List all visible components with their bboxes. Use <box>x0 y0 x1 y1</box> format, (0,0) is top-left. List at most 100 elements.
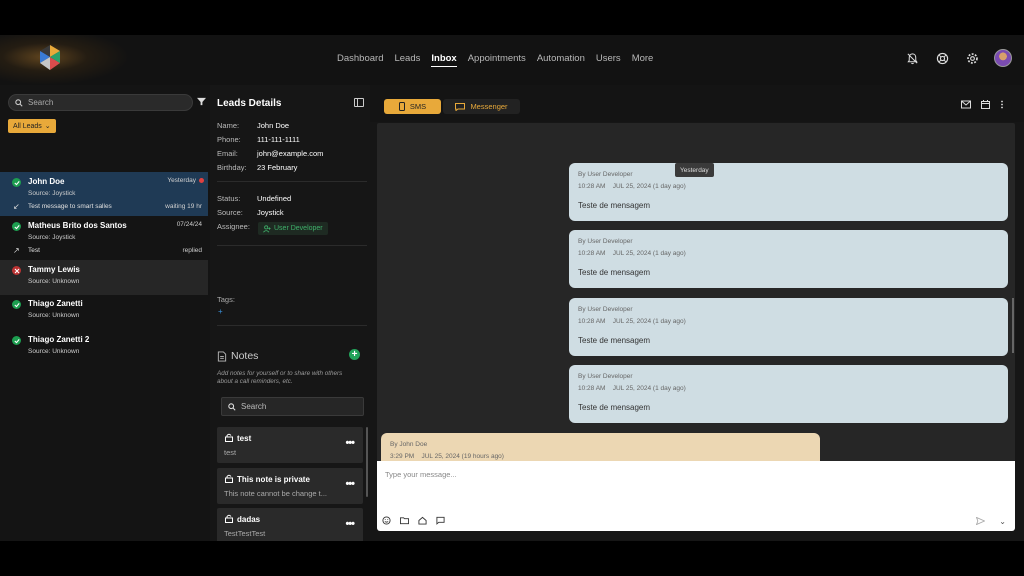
user-avatar[interactable] <box>994 49 1012 67</box>
bell-off-icon[interactable] <box>904 50 920 66</box>
note-more-button[interactable]: ••• <box>345 478 355 490</box>
nav-dashboard[interactable]: Dashboard <box>337 53 383 67</box>
message-clock: 10:28 AM <box>578 318 606 325</box>
nav-appointments[interactable]: Appointments <box>468 53 526 67</box>
email-icon[interactable] <box>961 100 971 109</box>
lead-last-message: Test message to smart salles <box>28 203 112 210</box>
all-leads-dropdown[interactable]: All Leads ⌄ <box>8 119 56 133</box>
lead-name: John Doe <box>28 177 65 186</box>
filter-icon[interactable] <box>197 97 206 106</box>
detail-key: Assignee: <box>217 222 250 231</box>
nav-automation[interactable]: Automation <box>537 53 585 67</box>
calendar-icon[interactable] <box>981 100 990 109</box>
detail-row-email: Email: john@example.com <box>217 149 323 158</box>
user-icon <box>263 224 271 232</box>
note-body: TestTestTest <box>224 529 266 538</box>
tab-sms-label: SMS <box>409 102 427 111</box>
lead-details-panel: Leads Details Name: John Doe Phone: 111-11… <box>210 85 370 541</box>
note-more-button[interactable]: ••• <box>345 437 355 449</box>
lead-date: 07/24/24 <box>176 221 202 228</box>
message-date: JUL 25, 2024 (1 day ago) <box>612 250 686 257</box>
nav-leads[interactable]: Leads <box>394 53 420 67</box>
snippet-icon[interactable] <box>436 516 445 525</box>
error-status-icon <box>12 266 21 275</box>
chevron-down-icon[interactable]: ⌄ <box>999 517 1006 526</box>
divider <box>217 245 367 246</box>
message-text: Teste de mensagem <box>578 403 651 412</box>
note-card[interactable]: dadas TestTestTest ••• <box>217 508 363 541</box>
search-icon <box>228 402 236 411</box>
detail-value: Undefined <box>257 194 292 203</box>
note-card[interactable]: test test ••• <box>217 427 363 463</box>
tab-sms[interactable]: SMS <box>384 99 441 114</box>
message-author: By User Developer <box>578 171 633 178</box>
lead-list-item[interactable]: John Doe Source: Joystick Yesterday ↙ Test m… <box>0 172 208 216</box>
search-icon <box>15 98 23 107</box>
tags-label: Tags: <box>217 295 235 304</box>
send-icon[interactable] <box>976 517 985 525</box>
detail-row-status: Status: Undefined <box>217 194 291 203</box>
notes-scrollbar[interactable] <box>366 427 368 497</box>
lead-status-text: waiting 19 hr <box>165 203 202 210</box>
nav-inbox[interactable]: Inbox <box>431 53 457 67</box>
lead-search-input[interactable]: Search <box>8 94 193 111</box>
message-time: 10:28 AM JUL 25, 2024 (1 day ago) <box>578 183 686 190</box>
notes-search-placeholder: Search <box>241 402 267 411</box>
note-title: test <box>237 434 252 443</box>
date-tooltip: Yesterday <box>675 163 714 177</box>
message-clock: 3:29 PM <box>390 453 415 460</box>
detail-value: 23 February <box>257 163 298 172</box>
message-text: Teste de mensagem <box>578 336 651 345</box>
add-tag-button[interactable]: + <box>218 307 223 316</box>
unread-dot <box>199 178 204 183</box>
lead-list-item[interactable]: Thiago Zanetti 2 Source: Unknown <box>0 330 208 365</box>
message-time: 10:28 AM JUL 25, 2024 (1 day ago) <box>578 250 686 257</box>
notes-search-input[interactable]: Search <box>221 397 364 416</box>
nav-users[interactable]: Users <box>596 53 621 67</box>
lead-list-item[interactable]: Tammy Lewis Source: Unknown <box>0 260 208 295</box>
lead-list-item[interactable]: Matheus Brito dos Santos Source: Joystick… <box>0 216 208 260</box>
message-composer[interactable]: Type your message... ⌄ <box>377 461 1015 531</box>
folder-icon[interactable] <box>400 516 409 525</box>
chat-bubble-icon <box>455 102 466 111</box>
message-thread: Yesterday By User Developer 10:28 AM JUL … <box>377 123 1015 496</box>
lead-status-text: replied <box>182 247 202 254</box>
detail-key: Source: <box>217 208 243 217</box>
message-date: JUL 25, 2024 (1 day ago) <box>612 318 686 325</box>
thread-scrollbar[interactable] <box>1012 298 1014 353</box>
message-clock: 10:28 AM <box>578 385 606 392</box>
detail-value: 111-111-1111 <box>257 135 300 144</box>
lead-name: Matheus Brito dos Santos <box>28 221 127 230</box>
note-title: dadas <box>237 515 261 524</box>
support-icon[interactable] <box>934 50 950 66</box>
assignee-chip[interactable]: User Developer <box>258 222 328 235</box>
lead-source: Source: Unknown <box>28 278 80 285</box>
tab-messenger-label: Messenger <box>470 102 508 111</box>
detail-value: John Doe <box>257 121 290 130</box>
emoji-icon[interactable] <box>382 516 391 525</box>
tab-messenger[interactable]: Messenger <box>443 99 520 114</box>
lead-source: Source: Unknown <box>28 312 80 319</box>
gear-icon[interactable] <box>964 50 980 66</box>
template-icon[interactable] <box>418 516 427 525</box>
all-leads-label: All Leads <box>13 122 42 130</box>
detail-row-name: Name: John Doe <box>217 121 289 130</box>
add-note-button[interactable]: + <box>349 349 360 360</box>
composer-toolbar <box>382 516 445 525</box>
nav-more[interactable]: More <box>632 53 654 67</box>
note-body: test <box>224 448 237 457</box>
note-more-button[interactable]: ••• <box>345 518 355 530</box>
collapse-panel-icon[interactable] <box>354 98 364 107</box>
chevron-down-icon: ⌄ <box>44 123 51 130</box>
more-vertical-icon[interactable] <box>1000 100 1004 109</box>
divider <box>217 325 367 326</box>
note-card[interactable]: This note is private This note cannot be … <box>217 468 363 504</box>
app-logo[interactable] <box>36 43 64 73</box>
main-nav: Dashboard Leads Inbox Appointments Autom… <box>337 53 653 67</box>
message-date: JUL 25, 2024 (1 day ago) <box>612 183 686 190</box>
lead-list-item[interactable]: Thiago Zanetti Source: Unknown <box>0 294 208 329</box>
message-input-placeholder: Type your message... <box>385 470 457 479</box>
note-title: This note is private <box>237 475 310 484</box>
lead-last-message: Test <box>28 247 40 254</box>
leads-sidebar: Search All Leads ⌄ John Doe Source: Joyst… <box>0 85 210 541</box>
